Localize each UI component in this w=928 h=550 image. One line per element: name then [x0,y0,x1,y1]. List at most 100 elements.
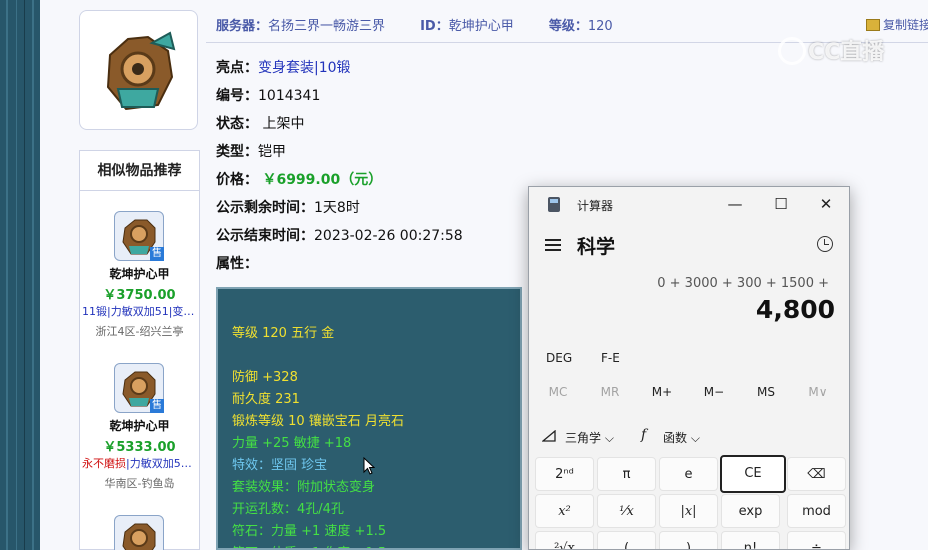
watermark-text: CC直播 [808,40,885,65]
mc-button[interactable]: MC [538,385,578,399]
recommend-panel: 相似物品推荐 售 乾坤护心甲 ￥3750.00 11锻|力敏双加51|变身套装 … [79,150,200,550]
level-label: 等级： [548,19,588,34]
deg-button[interactable]: DEG [546,351,572,365]
fe-button[interactable]: F-E [601,351,620,365]
type-row: 类型：铠甲 [216,141,286,161]
type-label: 类型： [216,144,258,160]
end-row: 公示结束时间：2023-02-26 00:27:58 [216,225,463,245]
calculator-window: 计算器 — ☐ ✕ 科学 0 + 3000 + 300 + 1500 + 4,8… [528,186,850,550]
price-label: 价格： [216,172,258,188]
ce-button[interactable]: CE [720,455,786,493]
end-label: 公示结束时间： [216,228,314,244]
sell-badge: 售 [150,399,164,413]
attr-line: 开运孔数：4孔/4孔 [232,502,344,517]
calculator-icon [548,197,560,212]
remain-value: 1天8时 [314,200,360,216]
price-value: ￥6999.00（元） [262,172,383,188]
factorial-button[interactable]: n! [721,531,780,549]
m-plus-button[interactable]: M+ [642,385,682,399]
result-display: 4,800 [755,295,835,324]
item-thumbnail[interactable] [79,10,198,130]
minimize-button[interactable]: — [721,193,749,215]
triangle-icon [542,430,556,442]
exp-button[interactable]: exp [721,494,780,528]
recommend-name: 乾坤护心甲 [109,267,170,281]
close-button[interactable]: ✕ [812,193,840,215]
hamburger-icon[interactable] [545,239,561,251]
square-button[interactable]: x² [535,494,594,528]
cc-logo-icon [778,37,806,65]
highlight-value[interactable]: 变身套装|10锻 [258,60,351,76]
calculator-titlebar[interactable]: 计算器 — ☐ ✕ [529,187,849,221]
open-paren-button[interactable]: ( [597,531,656,549]
server-label: 服务器： [216,19,269,34]
backspace-icon[interactable]: ⌫ [787,457,846,491]
attr-line: 防御 +328 [232,370,298,385]
left-strip [0,0,40,550]
number-row: 编号：1014341 [216,85,320,105]
trig-dropdown[interactable]: 三角学 ⌵ [565,429,614,446]
remain-label: 公示剩余时间： [216,200,314,216]
m-minus-button[interactable]: M− [694,385,734,399]
remain-row: 公示剩余时间：1天8时 [216,197,360,217]
price-row: 价格： ￥6999.00（元） [216,169,382,189]
e-button[interactable]: e [659,457,718,491]
recommend-title: 相似物品推荐 [80,151,199,191]
mr-button[interactable]: MR [590,385,630,399]
number-value: 1014341 [258,88,321,104]
func-dropdown[interactable]: 函数 ⌵ [663,429,700,446]
recommend-server: 华南区-钓鱼岛 [104,477,175,490]
close-paren-button[interactable]: ) [659,531,718,549]
sqrt-button[interactable]: ²√x [535,531,594,549]
reciprocal-button[interactable]: ¹⁄x [597,494,656,528]
item-icon[interactable] [114,515,164,550]
m-dropdown-button[interactable]: M∨ [798,385,838,399]
end-value: 2023-02-26 00:27:58 [314,228,463,244]
item-icon[interactable]: 售 [114,363,164,413]
attr-line: 耐久度 231 [232,392,300,407]
level-value: 120 [587,19,613,34]
copy-link-button[interactable]: 复制链接 [866,16,928,33]
mouse-cursor-icon [363,457,375,475]
attr-row: 属性： [216,253,258,273]
highlight-row: 亮点：变身套装|10锻 [216,57,351,77]
id-value: 乾坤护心甲 [448,19,514,34]
recommend-item[interactable]: 售 乾坤护心甲 ￥3750.00 11锻|力敏双加51|变身套装 浙江4区-绍兴… [80,211,199,343]
armor-art-icon [106,31,176,111]
item-icon[interactable]: 售 [114,211,164,261]
pi-button[interactable]: π [597,457,656,491]
recommend-item[interactable]: 售 乾坤护心甲 ￥5333.00 永不磨损|力敏双加51|变身套装 华南区-钓鱼… [80,363,199,495]
calculator-mode: 科学 [577,236,616,258]
server-value: 名扬三界一畅游三界 [268,19,386,34]
abs-button[interactable]: |x| [659,494,718,528]
status-label: 状态： [216,116,258,132]
recommend-desc: 永不磨损|力敏双加51|变身套装 [80,455,199,471]
recommend-desc: 11锻|力敏双加51|变身套装 [82,305,199,318]
attr-line: 力量 +25 敏捷 +18 [232,436,352,451]
function-row: 三角学 ⌵ f 函数 ⌵ [529,414,849,454]
attributes-panel: 等级 120 五行 金 防御 +328 耐久度 231 锻炼等级 10 镶嵌宝石… [216,287,522,550]
copy-link-label: 复制链接 [883,18,928,32]
sell-badge: 售 [150,247,164,261]
number-label: 编号： [216,88,258,104]
attr-line: 等级 120 五行 金 [232,326,335,341]
highlight-label: 亮点： [216,60,258,76]
attr-label: 属性： [216,256,258,272]
id-label: ID： [420,19,449,34]
divide-button[interactable]: ÷ [787,531,846,549]
recommend-price: ￥3750.00 [103,288,176,303]
func-label: 函数 [663,431,688,445]
recommend-price: ￥5333.00 [103,440,176,455]
second-button[interactable]: 2ⁿᵈ [535,457,594,491]
maximize-button[interactable]: ☐ [767,193,795,215]
mod-button[interactable]: mod [787,494,846,528]
watermark-logo: CC直播 [778,34,884,66]
recommend-item[interactable] [80,515,199,550]
expression-display: 0 + 3000 + 300 + 1500 + [657,276,829,291]
recommend-desc-rest: |力敏双加51|变身套装 [126,457,199,470]
recommend-name: 乾坤护心甲 [109,419,170,433]
type-value: 铠甲 [258,144,286,160]
function-icon: f [641,427,647,443]
history-icon[interactable] [817,236,833,252]
ms-button[interactable]: MS [746,385,786,399]
